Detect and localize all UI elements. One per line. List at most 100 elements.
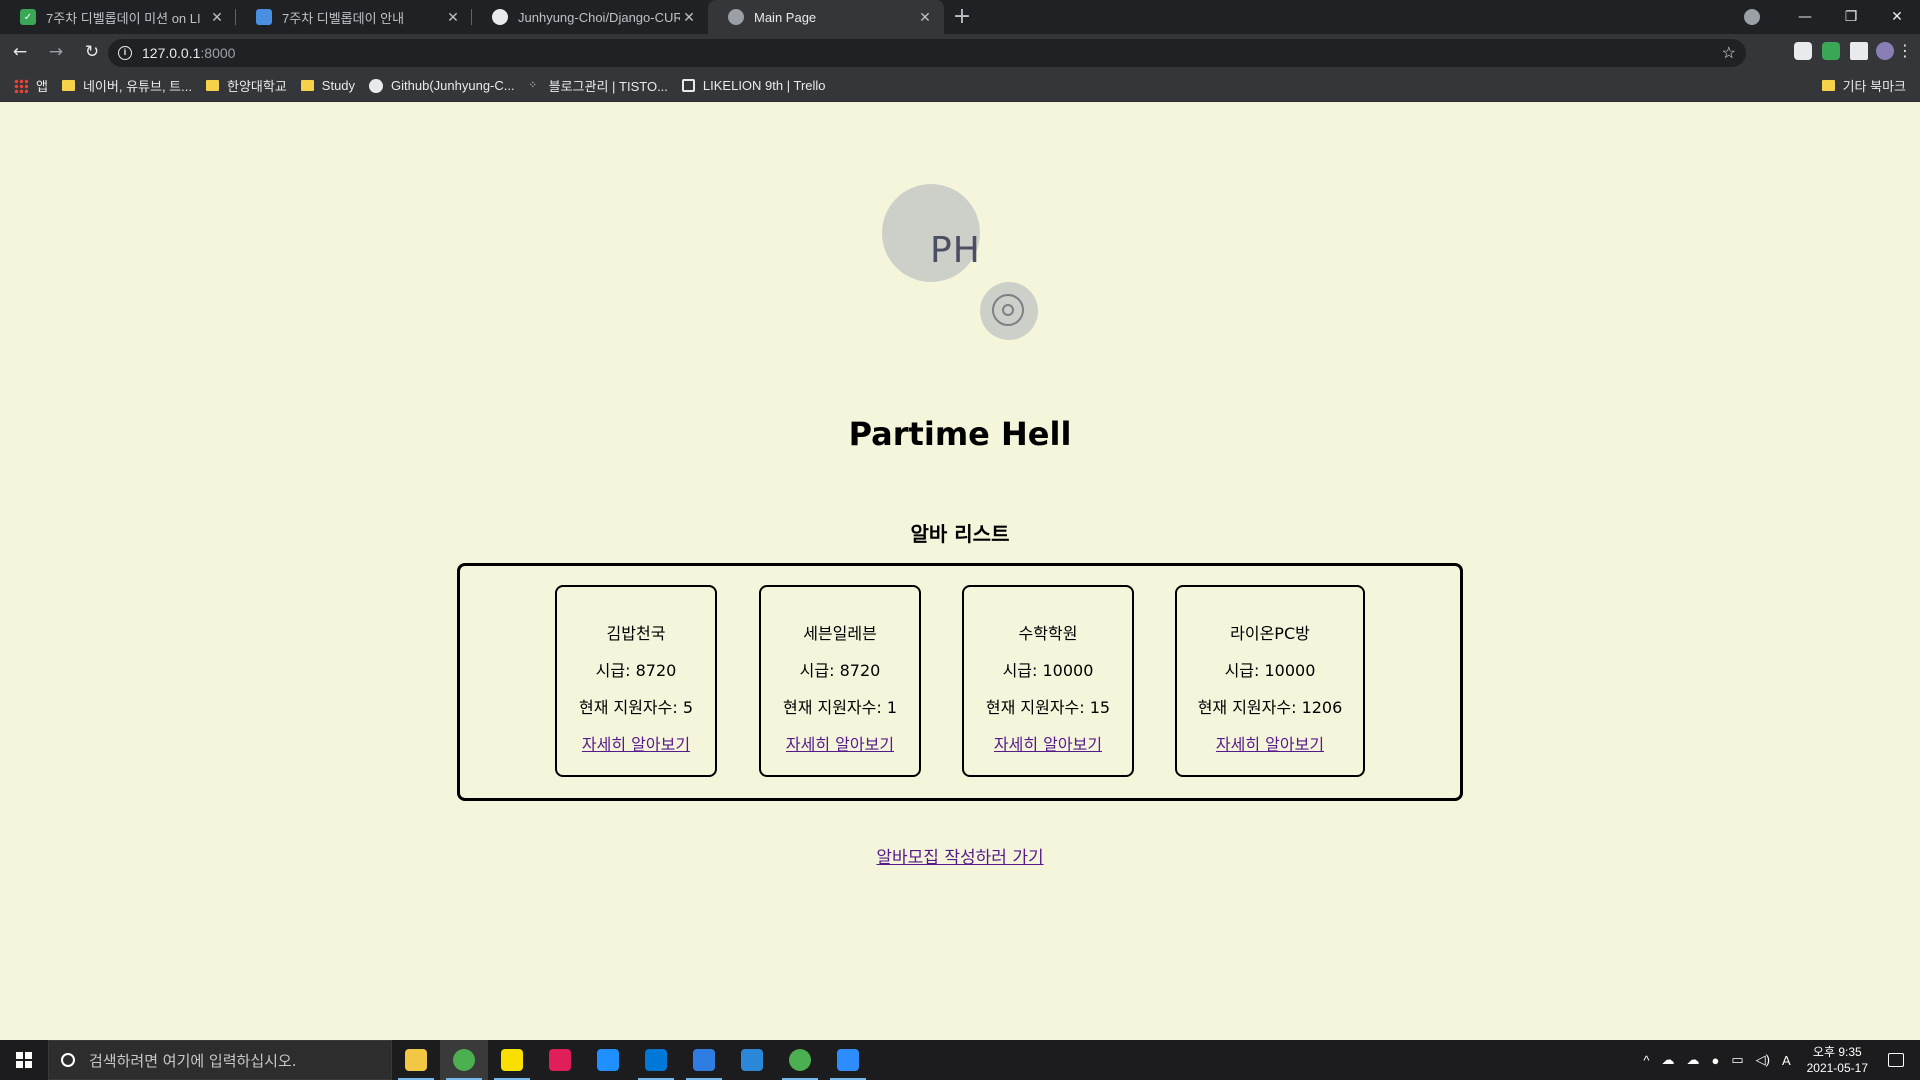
github-icon (369, 78, 384, 93)
job-applicants: 현재 지원자수: 5 (578, 698, 694, 717)
trello-icon (681, 79, 695, 92)
bookmark-label: LIKELION 9th | Trello (702, 78, 826, 93)
logo-text: PH (930, 230, 981, 271)
tab-github-repo[interactable]: Junhyung-Choi/Django-CURD ✕ (472, 0, 708, 34)
kakaotalk-icon[interactable] (488, 1040, 536, 1080)
url-port: :8000 (200, 45, 236, 61)
page-content: PH Partime Hell 알바 리스트 김밥천국 시급: 8720 현재 … (0, 102, 1920, 1040)
job-applicants: 현재 지원자수: 15 (985, 698, 1111, 717)
taskbar-clock[interactable]: 오후 9:35 2021-05-17 (1807, 1044, 1868, 1076)
bookmark-folder-naver[interactable]: 네이버, 유튜브, 트... (61, 76, 192, 95)
clock-date: 2021-05-17 (1806, 1061, 1868, 1075)
close-icon[interactable]: ✕ (916, 9, 934, 26)
tab-main-page[interactable]: Main Page ✕ (708, 0, 944, 34)
bookmark-label: 앱 (36, 79, 48, 94)
bookmark-label: 블로그관리 | TISTO... (548, 79, 668, 94)
write-job-post-link[interactable]: 알바모집 작성하러 가기 (876, 848, 1043, 868)
bookmark-folder-hanyang[interactable]: 한양대학교 (205, 76, 287, 95)
logo-target-icon (980, 282, 1038, 340)
folder-icon (300, 80, 314, 91)
job-list-container: 김밥천국 시급: 8720 현재 지원자수: 5 자세히 알아보기 세븐일레븐 … (457, 563, 1463, 801)
microphone-icon[interactable]: ● (1711, 1053, 1719, 1068)
close-icon[interactable]: ✕ (444, 9, 462, 26)
tab-title: 7주차 디벨롭데이 미션 on LI (46, 10, 201, 26)
chrome-icon[interactable] (440, 1040, 488, 1080)
close-icon[interactable]: ✕ (680, 9, 698, 26)
bookmark-label: 기타 북마크 (1842, 79, 1906, 94)
new-tab-button[interactable]: + (944, 0, 980, 34)
cloud-icon[interactable]: ☁ (1686, 1052, 1699, 1068)
tab-develop-guide[interactable]: 7주차 디벨롭데이 안내 ✕ (236, 0, 472, 34)
azure-icon[interactable] (728, 1040, 776, 1080)
forward-arrow-icon[interactable]: → (40, 42, 72, 62)
folder-icon (1821, 80, 1835, 91)
job-name: 수학학원 (1018, 624, 1078, 643)
system-tray: ^ ☁ ☁ ● ▭ ◁) A 오후 9:35 2021-05-17 (1637, 1040, 1920, 1080)
window-close-icon[interactable]: ✕ (1874, 9, 1920, 25)
bookmark-tistory[interactable]: ⁘ 블로그관리 | TISTO... (529, 76, 668, 95)
more-menu-icon[interactable]: ⋮ (1896, 42, 1914, 60)
chevron-up-icon[interactable]: ^ (1643, 1053, 1649, 1068)
job-wage: 시급: 10000 (1002, 661, 1094, 680)
taskbar-search-placeholder: 검색하려면 여기에 입력하십시오. (89, 1051, 297, 1070)
info-icon[interactable]: i (118, 46, 132, 60)
job-detail-link[interactable]: 자세히 알아보기 (994, 735, 1102, 754)
bookmark-folder-study[interactable]: Study (300, 78, 355, 93)
tab-develop-mission[interactable]: ✓ 7주차 디벨롭데이 미션 on LI ✕ (0, 0, 236, 34)
network-icon[interactable]: ▭ (1731, 1052, 1743, 1068)
bookmark-star-icon[interactable]: ☆ (1722, 43, 1736, 63)
bookmark-apps[interactable]: 앱 (14, 76, 48, 95)
file-explorer-icon[interactable] (392, 1040, 440, 1080)
browser-tab-strip: ✓ 7주차 디벨롭데이 미션 on LI ✕ 7주차 디벨롭데이 안내 ✕ Ju… (0, 0, 1920, 34)
restore-icon[interactable]: ❐ (1828, 9, 1874, 25)
tab-search-icon[interactable] (1744, 9, 1760, 25)
bookmarks-bar: 앱 네이버, 유튜브, 트... 한양대학교 Study Github(Junh… (0, 70, 1920, 102)
check-icon: ✓ (20, 9, 36, 25)
bookmark-trello[interactable]: LIKELION 9th | Trello (681, 78, 826, 93)
tab-title: Junhyung-Choi/Django-CURD (518, 9, 680, 25)
back-arrow-icon[interactable]: ← (4, 42, 36, 62)
job-detail-link[interactable]: 자세히 알아보기 (786, 735, 894, 754)
tab-title: Main Page (754, 9, 817, 25)
job-name: 라이온PC방 (1230, 624, 1310, 643)
slack-icon[interactable] (536, 1040, 584, 1080)
reload-icon[interactable]: ↻ (76, 42, 108, 62)
globe-icon (728, 9, 744, 25)
volume-icon[interactable]: ◁) (1756, 1052, 1770, 1068)
bookmark-label: 네이버, 유튜브, 트... (82, 79, 192, 94)
start-button[interactable] (0, 1040, 48, 1080)
window-controls: — ❐ ✕ (1744, 0, 1920, 34)
taskbar-search-box[interactable]: 검색하려면 여기에 입력하십시오. (48, 1040, 392, 1080)
vscode-icon[interactable] (632, 1040, 680, 1080)
bookmark-github[interactable]: Github(Junhyung-C... (369, 78, 515, 93)
folder-icon (61, 80, 75, 91)
zoom-icon[interactable] (824, 1040, 872, 1080)
job-card: 라이온PC방 시급: 10000 현재 지원자수: 1206 자세히 알아보기 (1175, 585, 1365, 777)
extensions-puzzle-icon[interactable] (1850, 42, 1868, 60)
job-name: 세븐일레븐 (803, 624, 877, 643)
search-icon (61, 1053, 75, 1067)
ime-indicator[interactable]: A (1782, 1053, 1791, 1068)
clock-time: 오후 9:35 (1812, 1045, 1862, 1059)
todo-icon[interactable] (680, 1040, 728, 1080)
notification-icon[interactable] (1888, 1053, 1904, 1067)
browser-toolbar: ← → ↻ i 127.0.0.1:8000 ☆ ⋮ (0, 34, 1920, 70)
extension-reader-icon[interactable] (1794, 42, 1812, 60)
job-detail-link[interactable]: 자세히 알아보기 (1216, 735, 1324, 754)
site-logo: PH (882, 184, 1038, 340)
bookmark-other[interactable]: 기타 북마크 (1821, 76, 1906, 95)
job-card: 수학학원 시급: 10000 현재 지원자수: 15 자세히 알아보기 (962, 585, 1134, 777)
mail-icon[interactable] (584, 1040, 632, 1080)
minimize-icon[interactable]: — (1782, 9, 1828, 25)
job-applicants: 현재 지원자수: 1 (782, 698, 898, 717)
job-detail-link[interactable]: 자세히 알아보기 (582, 735, 690, 754)
chrome-icon-2[interactable] (776, 1040, 824, 1080)
profile-avatar-icon[interactable] (1876, 42, 1894, 60)
onedrive-icon[interactable]: ☁ (1661, 1052, 1674, 1068)
address-bar[interactable]: i 127.0.0.1:8000 ☆ (108, 39, 1746, 67)
windows-taskbar: 검색하려면 여기에 입력하십시오. ^ ☁ ☁ ● ▭ ◁) A 오후 9:35… (0, 1040, 1920, 1080)
tab-title: 7주차 디벨롭데이 안내 (282, 10, 405, 26)
apps-grid-icon (14, 78, 28, 93)
close-icon[interactable]: ✕ (208, 9, 226, 26)
extension-shield-icon[interactable] (1822, 42, 1840, 60)
